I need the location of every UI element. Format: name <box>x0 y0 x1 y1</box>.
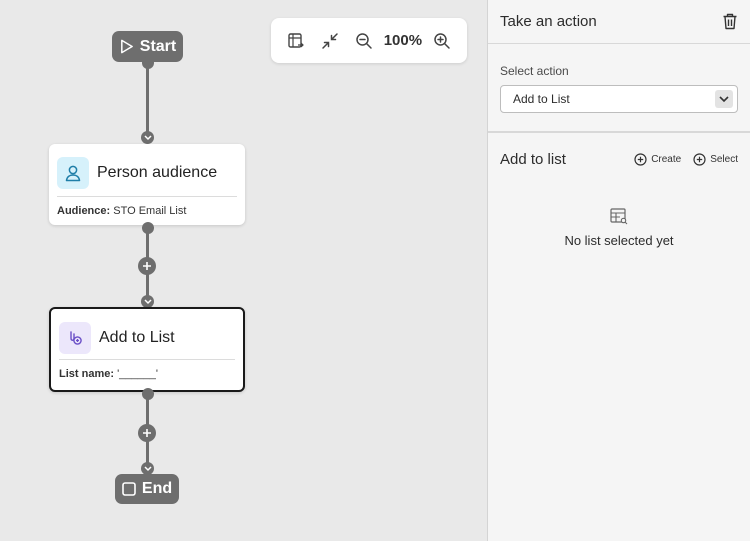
zoom-out-icon <box>356 32 372 49</box>
detail-key: Audience: <box>57 205 111 217</box>
panel-header: Take an action <box>488 0 750 44</box>
select-action-label: Select action <box>500 64 569 78</box>
square-icon <box>122 482 136 496</box>
node-detail: Audience: STO Email List <box>49 197 245 225</box>
zoom-in-button[interactable] <box>428 27 456 55</box>
connector-dot <box>141 388 154 400</box>
end-node[interactable]: End <box>115 474 179 504</box>
node-title: Add to List <box>99 329 175 346</box>
panel-title: Take an action <box>500 13 597 30</box>
person-audience-node[interactable]: Person audience Audience: STO Email List <box>49 144 245 225</box>
empty-state: No list selected yet <box>488 208 750 248</box>
collapse-button[interactable] <box>316 27 344 55</box>
end-label: End <box>141 480 173 497</box>
connector-line <box>146 60 149 140</box>
detail-value: STO Email List <box>113 205 187 217</box>
link-list-icon <box>59 322 91 354</box>
action-panel: Take an action Select action Add to List… <box>487 0 750 541</box>
select-action-section: Select action Add to List <box>488 44 750 133</box>
select-button[interactable]: Select <box>693 153 738 166</box>
select-value: Add to List <box>513 92 570 106</box>
node-detail: List name: '______' <box>51 360 243 388</box>
detail-key: List name: <box>59 368 115 380</box>
collapse-icon <box>322 32 338 49</box>
chevron-down-icon <box>141 131 154 144</box>
create-button[interactable]: Create <box>634 153 681 166</box>
create-label: Create <box>651 154 682 165</box>
connector-dot <box>141 222 154 234</box>
add-circle-icon <box>634 153 647 166</box>
play-icon <box>120 39 133 54</box>
start-label: Start <box>139 37 177 55</box>
list-icon <box>610 208 628 225</box>
detail-value: '______' <box>117 368 158 380</box>
delete-button[interactable] <box>722 13 738 30</box>
zoom-level: 100% <box>383 32 423 49</box>
empty-state-text: No list selected yet <box>564 233 674 248</box>
person-icon <box>57 157 89 189</box>
add-step-button[interactable] <box>138 424 156 442</box>
plus-icon <box>143 429 151 437</box>
add-to-list-node[interactable]: Add to List List name: '______' <box>49 307 245 392</box>
fit-to-screen-icon <box>288 32 304 48</box>
add-step-button[interactable] <box>138 257 156 275</box>
node-title: Person audience <box>97 164 218 181</box>
zoom-out-button[interactable] <box>350 27 378 55</box>
plus-icon <box>143 262 151 270</box>
chevron-down-icon <box>715 90 733 108</box>
select-action-dropdown[interactable]: Add to List <box>500 85 738 113</box>
connector-dot <box>141 57 154 69</box>
add-to-list-header: Add to list Create Select <box>488 133 750 168</box>
zoom-in-icon <box>434 32 450 49</box>
canvas-toolbar: 100% <box>271 18 467 63</box>
section-title: Add to list <box>500 151 566 168</box>
trash-icon <box>723 13 737 30</box>
add-circle-icon <box>693 153 706 166</box>
journey-canvas[interactable]: Start Person audience Audience: STO Emai… <box>0 0 487 541</box>
select-label: Select <box>710 154 738 165</box>
fit-to-screen-button[interactable] <box>282 27 310 55</box>
